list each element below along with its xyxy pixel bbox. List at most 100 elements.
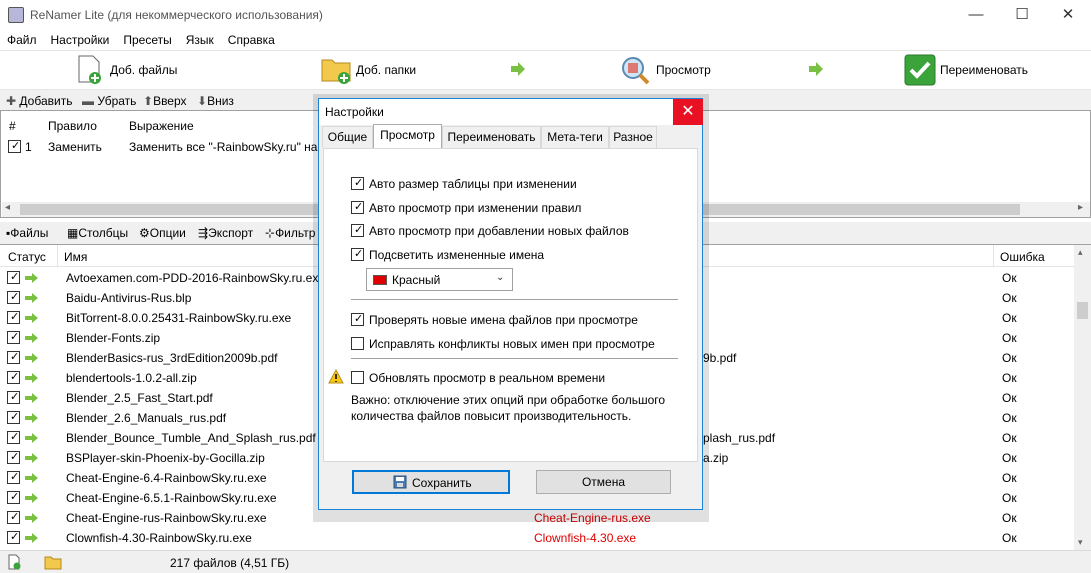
new-file-icon[interactable]: [6, 554, 22, 570]
filter-menu-button[interactable]: ⊹Фильтр: [265, 226, 315, 240]
add-files-label: Доб. файлы: [110, 63, 178, 77]
options-menu-button[interactable]: ⚙Опции: [139, 226, 186, 240]
rules-header-num: #: [9, 119, 16, 133]
window-title: ReNamer Lite (для некоммерческого исполь…: [30, 8, 323, 22]
folder-icon[interactable]: [44, 554, 62, 570]
file-checkbox[interactable]: ✓: [7, 311, 20, 324]
file-checkbox[interactable]: ✓: [7, 331, 20, 344]
option-fix-conflicts[interactable]: Исправлять конфликты новых имен при прос…: [351, 337, 661, 352]
option-label: Авто просмотр при добавлении новых файло…: [369, 224, 629, 238]
rule-checkbox[interactable]: ✓: [8, 140, 21, 153]
file-name: Blender_2.5_Fast_Start.pdf: [66, 391, 213, 405]
checkbox[interactable]: ✓: [351, 201, 364, 214]
move-down-button[interactable]: ⬇Вниз: [197, 94, 234, 108]
tab-meta-tags[interactable]: Мета-теги: [541, 126, 609, 148]
tab-rename[interactable]: Переименовать: [442, 126, 541, 148]
file-checkbox[interactable]: ✓: [7, 531, 20, 544]
tab-preview[interactable]: Просмотр: [373, 124, 442, 149]
filter-icon: ⊹: [265, 226, 276, 240]
export-menu-button[interactable]: ⇶Экспорт: [198, 226, 253, 240]
performance-note: Важно: отключение этих опций при обработ…: [351, 393, 666, 423]
files-menu-button[interactable]: ▪Файлы: [6, 226, 48, 240]
preview-button[interactable]: Просмотр: [620, 53, 740, 87]
file-checkbox[interactable]: ✓: [7, 411, 20, 424]
file-checkbox[interactable]: ✓: [7, 351, 20, 364]
preview-tab-panel: ✓ Авто размер таблицы при изменении ✓ Ав…: [323, 148, 698, 462]
move-up-button[interactable]: ⬆Вверх: [143, 94, 187, 108]
file-checkbox[interactable]: ✓: [7, 271, 20, 284]
rule-expression: Заменить все "-RainbowSky.ru" на: [129, 140, 318, 154]
file-name: Baidu-Antivirus-Rus.blp: [66, 291, 192, 305]
arrow-right-icon: [25, 333, 38, 343]
file-checkbox[interactable]: ✓: [7, 471, 20, 484]
file-name: Avtoexamen.com-PDD-2016-RainbowSky.ru.ex…: [66, 271, 326, 285]
menu-file[interactable]: Файл: [0, 30, 44, 47]
tab-misc[interactable]: Разное: [609, 126, 657, 148]
checkbox[interactable]: ✓: [351, 177, 364, 190]
checkbox[interactable]: ✓: [351, 248, 364, 261]
filter-menu-label: Фильтр: [275, 226, 316, 240]
file-checkbox[interactable]: ✓: [7, 491, 20, 504]
dialog-close-button[interactable]: ✕: [673, 99, 703, 125]
checkbox[interactable]: [351, 337, 364, 350]
maximize-button[interactable]: ☐: [999, 0, 1045, 30]
menu-language[interactable]: Язык: [179, 30, 221, 47]
add-rule-button[interactable]: ✚ Добавить: [6, 94, 72, 108]
divider: [351, 358, 678, 359]
checkbox[interactable]: ✓: [351, 224, 364, 237]
file-checkbox[interactable]: ✓: [7, 391, 20, 404]
file-name: Cheat-Engine-rus-RainbowSky.ru.exe: [66, 511, 267, 525]
file-checkbox[interactable]: ✓: [7, 291, 20, 304]
checkbox[interactable]: ✓: [351, 313, 364, 326]
file-row[interactable]: ✓ Clownfish-4.30-RainbowSky.ru.exe Clownfi…: [0, 528, 1074, 548]
option-validate-new-names[interactable]: ✓ Проверять новые имена файлов при просм…: [351, 313, 651, 328]
checkbox[interactable]: [351, 371, 364, 384]
new-file-name: Clownfish-4.30.exe: [534, 531, 637, 545]
option-realtime-preview[interactable]: Обновлять просмотр в реальном времени: [351, 371, 651, 386]
file-checkbox[interactable]: ✓: [7, 511, 20, 524]
rename-button[interactable]: Переименовать: [904, 53, 1044, 87]
magnifier-icon: [622, 57, 650, 85]
minimize-button[interactable]: —: [953, 0, 999, 30]
file-checkbox[interactable]: ✓: [7, 371, 20, 384]
header-status[interactable]: Статус: [8, 250, 46, 264]
columns-menu-button[interactable]: ▦Столбцы: [67, 226, 128, 240]
arrow-right-icon: [25, 353, 38, 363]
remove-rule-button[interactable]: ▬ Убрать: [82, 94, 136, 108]
add-folders-button[interactable]: Доб. папки: [320, 53, 440, 87]
close-button[interactable]: ✕: [1045, 0, 1091, 30]
file-checkbox[interactable]: ✓: [7, 451, 20, 464]
scrollbar-thumb[interactable]: [1077, 302, 1088, 319]
scroll-up-icon[interactable]: ▴: [1078, 247, 1083, 258]
arrow-right-icon: [25, 513, 38, 523]
menu-bar: Файл Настройки Пресеты Язык Справка: [0, 30, 1091, 50]
highlight-color-select[interactable]: Красный ⌄: [366, 268, 513, 291]
column-separator: [57, 245, 58, 267]
cancel-button[interactable]: Отмена: [536, 470, 671, 494]
option-auto-size-table[interactable]: ✓ Авто размер таблицы при изменении: [351, 177, 651, 192]
option-auto-preview-new-files[interactable]: ✓ Авто просмотр при добавлении новых фай…: [351, 224, 651, 239]
files-vertical-scrollbar[interactable]: ▴ ▾: [1074, 245, 1091, 551]
menu-help[interactable]: Справка: [221, 30, 282, 47]
file-name: Blender_Bounce_Tumble_And_Splash_rus.pdf: [66, 431, 316, 445]
arrow-right-icon: [25, 533, 38, 543]
menu-presets[interactable]: Пресеты: [116, 30, 178, 47]
option-label: Проверять новые имена файлов при просмот…: [369, 313, 638, 327]
dialog-title-bar[interactable]: Настройки ✕: [319, 99, 703, 125]
option-auto-preview-rules[interactable]: ✓ Авто просмотр при изменении правил: [351, 201, 651, 216]
scroll-right-icon[interactable]: ▸: [1078, 202, 1083, 213]
header-name[interactable]: Имя: [64, 250, 87, 264]
scroll-left-icon[interactable]: ◂: [5, 202, 10, 213]
status-bar: 217 файлов (4,51 ГБ): [0, 550, 1091, 573]
menu-settings[interactable]: Настройки: [44, 30, 117, 47]
save-button[interactable]: Сохранить: [352, 470, 510, 494]
header-error[interactable]: Ошибка: [1000, 250, 1045, 264]
file-error-status: Ок: [1002, 271, 1017, 285]
plus-icon: ✚: [6, 94, 17, 108]
option-highlight-changed[interactable]: ✓ Подсветить измененные имена: [351, 248, 651, 263]
add-files-button[interactable]: Доб. файлы: [74, 53, 194, 87]
file-checkbox[interactable]: ✓: [7, 431, 20, 444]
move-up-label: Вверх: [153, 94, 187, 108]
tab-general[interactable]: Общие: [322, 126, 373, 148]
scroll-down-icon[interactable]: ▾: [1078, 537, 1083, 548]
